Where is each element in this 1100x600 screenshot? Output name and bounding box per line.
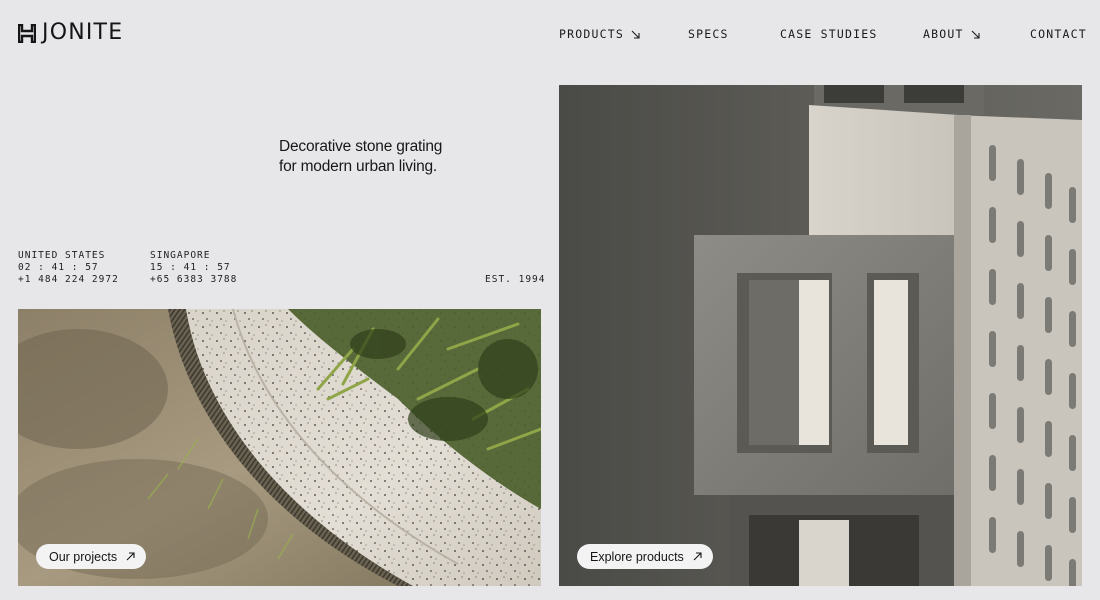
arrow-down-right-icon: [971, 30, 980, 39]
nav-contact[interactable]: CONTACT: [1030, 27, 1087, 41]
explore-products-button[interactable]: Explore products: [577, 544, 713, 569]
main-nav: PRODUCTS SPECS CASE STUDIES ABOUT CONTAC…: [0, 27, 1100, 41]
office-country: SINGAPORE: [150, 250, 211, 261]
nav-contact-label: CONTACT: [1030, 27, 1087, 41]
stone-grating-blocks-image: [559, 85, 1082, 586]
nav-specs[interactable]: SPECS: [688, 27, 729, 41]
nav-about-label: ABOUT: [923, 27, 964, 41]
projects-photo[interactable]: Our projects: [18, 309, 541, 586]
office-country: UNITED STATES: [18, 250, 106, 261]
our-projects-label: Our projects: [49, 549, 118, 564]
nav-case-studies-label: CASE STUDIES: [780, 27, 878, 41]
arrow-down-right-icon: [631, 30, 640, 39]
nav-specs-label: SPECS: [688, 27, 729, 41]
explore-products-label: Explore products: [590, 549, 684, 564]
nav-products[interactable]: PRODUCTS: [559, 27, 640, 41]
nav-products-label: PRODUCTS: [559, 27, 624, 41]
office-singapore: SINGAPORE 15 : 41 : 57 +65 6383 3788: [150, 250, 237, 286]
hero-tagline: Decorative stone grating for modern urba…: [279, 137, 442, 177]
office-united-states: UNITED STATES 02 : 41 : 57 +1 484 224 29…: [18, 250, 119, 286]
nav-case-studies[interactable]: CASE STUDIES: [780, 27, 877, 41]
tagline-line-1: Decorative stone grating: [279, 138, 443, 155]
office-time: 15 : 41 : 57: [150, 262, 231, 273]
arrow-up-right-icon: [126, 552, 135, 561]
arrow-up-right-icon: [693, 552, 702, 561]
products-photo[interactable]: Explore products: [559, 85, 1082, 586]
office-phone[interactable]: +1 484 224 2972: [18, 274, 119, 286]
office-phone[interactable]: +65 6383 3788: [150, 274, 237, 286]
established-year: EST. 1994: [485, 274, 546, 285]
tagline-line-2: for modern urban living.: [279, 158, 438, 175]
nav-about[interactable]: ABOUT: [923, 27, 980, 41]
office-time: 02 : 41 : 57: [18, 262, 99, 273]
our-projects-button[interactable]: Our projects: [36, 544, 147, 569]
